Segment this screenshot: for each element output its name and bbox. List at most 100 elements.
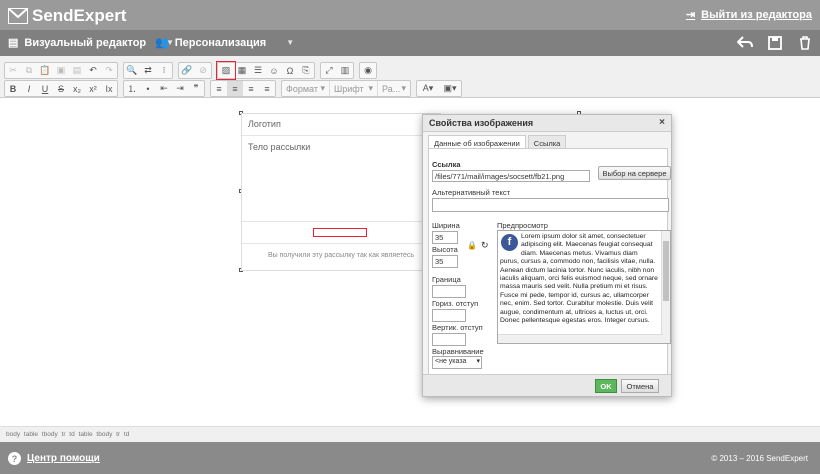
font-select[interactable]: Шрифт ▾	[330, 81, 378, 96]
undo-icon[interactable]: ↶	[85, 63, 101, 78]
height-input[interactable]: 35	[432, 255, 458, 268]
selected-image-outline[interactable]	[313, 228, 367, 237]
cancel-button[interactable]: Отмена	[621, 379, 659, 393]
browse-server-button[interactable]: Выбор на сервере	[598, 166, 671, 180]
exit-label: Выйти из редактора	[701, 8, 812, 21]
italic-icon[interactable]: I	[21, 81, 37, 96]
link-icon[interactable]: 🔗	[179, 63, 195, 78]
dialog-title: Свойства изображения	[429, 118, 534, 128]
align-select[interactable]: <не указа ▾	[432, 356, 482, 369]
page-break-icon[interactable]: ⎘	[298, 63, 314, 78]
bg-color-icon[interactable]: ▣▾	[439, 81, 461, 96]
border-label: Граница	[432, 275, 461, 284]
footer: ? Центр помощи © 2013 – 2016 SendExpert	[0, 442, 820, 474]
horizontal-rule-icon[interactable]: ☰	[250, 63, 266, 78]
undo-icon[interactable]	[736, 34, 754, 52]
paste-icon[interactable]: 📋	[37, 63, 53, 78]
exit-editor-link[interactable]: ⇥ Выйти из редактора	[685, 8, 812, 22]
exit-icon: ⇥	[685, 9, 696, 21]
underline-icon[interactable]: U	[37, 81, 53, 96]
show-blocks-icon[interactable]: ▥	[337, 63, 353, 78]
lock-ratio-icon[interactable]: 🔒	[467, 241, 477, 250]
email-footer-text: Вы получили эту рассылку так как являете…	[267, 252, 415, 259]
ok-button[interactable]: OK	[595, 379, 617, 393]
align-left-icon[interactable]: ≡	[211, 81, 227, 96]
preview-scrollbar[interactable]	[661, 231, 670, 343]
editor-toolbar: ✂ ⧉ 📋 ▣ ▤ ↶ ↷ 🔍 ⇄ ⁝ 🔗 ⊘ ▨ ▦ ☰ ☺ Ω ⎘ ⤢ ▥	[0, 56, 820, 98]
select-all-icon[interactable]: ⁝	[156, 63, 172, 78]
preview-text: Lorem ipsum dolor sit amet, consectetuer…	[500, 233, 658, 325]
indent-icon[interactable]: ⇥	[172, 81, 188, 96]
align-right-icon[interactable]: ≡	[243, 81, 259, 96]
strike-icon[interactable]: S	[53, 81, 69, 96]
dialog-body: Ссылка /files/771/mail/images/socsett/fb…	[428, 148, 671, 376]
blockquote-icon[interactable]: ❞	[188, 81, 204, 96]
smiley-icon[interactable]: ☺	[266, 63, 282, 78]
special-char-icon[interactable]: Ω	[282, 63, 298, 78]
superscript-icon[interactable]: x²	[85, 81, 101, 96]
help-center-link[interactable]: ? Центр помощи	[8, 452, 100, 465]
text-color-icon[interactable]: A▾	[417, 81, 439, 96]
bold-icon[interactable]: B	[5, 81, 21, 96]
mode-bar: ▤ Визуальный редактор ▼ 👥 Персонализация…	[0, 30, 820, 56]
remove-format-icon[interactable]: Ix	[101, 81, 117, 96]
format-select[interactable]: Формат ▾	[282, 81, 330, 96]
border-input[interactable]	[432, 285, 466, 298]
cut-icon[interactable]: ✂	[5, 63, 21, 78]
image-preview[interactable]: f Lorem ipsum dolor sit amet, consectetu…	[497, 230, 671, 344]
unlink-icon[interactable]: ⊘	[195, 63, 211, 78]
body-placeholder[interactable]: Тело рассылки	[242, 136, 440, 222]
reset-size-icon[interactable]: ↻	[481, 240, 489, 251]
image-icon[interactable]: ▨	[216, 61, 236, 80]
logo-placeholder[interactable]: Логотип	[242, 114, 440, 136]
users-icon: 👥	[155, 37, 169, 49]
personalization-menu[interactable]: 👥 Персонализация ▼	[155, 36, 295, 50]
facebook-icon: f	[501, 234, 518, 251]
alt-text-label: Альтернативный текст	[432, 188, 511, 197]
editor-icon: ▤	[8, 37, 19, 49]
paste-text-icon[interactable]: ▣	[53, 63, 69, 78]
social-row[interactable]	[242, 222, 440, 244]
chevron-down-icon: ▼	[286, 38, 295, 47]
preview-hscrollbar[interactable]	[498, 334, 663, 343]
close-icon[interactable]: ×	[659, 117, 665, 128]
alt-text-input[interactable]	[432, 198, 669, 212]
size-select[interactable]: Ра... ▾	[378, 81, 410, 96]
width-label: Ширина	[432, 221, 460, 230]
hspace-input[interactable]	[432, 309, 466, 322]
help-icon: ?	[8, 452, 21, 465]
table-icon[interactable]: ▦	[234, 63, 250, 78]
numbered-list-icon[interactable]: ⒈	[124, 81, 140, 96]
copy-icon[interactable]: ⧉	[21, 63, 37, 78]
align-center-icon[interactable]: ≡	[227, 81, 243, 96]
visual-editor-label: Визуальный редактор	[24, 36, 147, 49]
redo-icon[interactable]: ↷	[101, 63, 117, 78]
source-icon[interactable]: ◉	[360, 63, 376, 78]
hspace-label: Гориз. отступ	[432, 299, 479, 308]
save-icon[interactable]	[766, 34, 784, 52]
visual-editor-menu[interactable]: ▤ Визуальный редактор ▼	[8, 36, 174, 50]
email-template[interactable]: Логотип Тело рассылки Вы получили эту ра…	[241, 113, 441, 271]
outdent-icon[interactable]: ⇤	[156, 81, 172, 96]
vspace-input[interactable]	[432, 333, 466, 346]
maximize-icon[interactable]: ⤢	[321, 63, 337, 78]
image-properties-dialog: Свойства изображения × Данные об изображ…	[422, 114, 672, 397]
chevron-down-icon: ▾	[476, 358, 480, 365]
align-justify-icon[interactable]: ≡	[259, 81, 275, 96]
width-input[interactable]: 35	[432, 231, 458, 244]
subscript-icon[interactable]: x₂	[69, 81, 85, 96]
preview-label: Предпросмотр	[497, 221, 548, 230]
replace-icon[interactable]: ⇄	[140, 63, 156, 78]
brand-logo[interactable]: SendExpert	[8, 6, 126, 26]
help-label: Центр помощи	[27, 453, 100, 464]
envelope-icon	[8, 8, 28, 24]
link-input[interactable]: /files/771/mail/images/socsett/fb21.png	[432, 170, 590, 182]
dialog-titlebar[interactable]: Свойства изображения ×	[423, 115, 671, 132]
align-label: Выравнивание	[432, 347, 484, 356]
personalization-label: Персонализация	[174, 36, 267, 49]
trash-icon[interactable]	[796, 34, 814, 52]
paste-word-icon[interactable]: ▤	[69, 63, 85, 78]
find-icon[interactable]: 🔍	[124, 63, 140, 78]
bullet-list-icon[interactable]: •	[140, 81, 156, 96]
element-path[interactable]: body table tbody tr td table tbody tr td	[0, 426, 820, 442]
